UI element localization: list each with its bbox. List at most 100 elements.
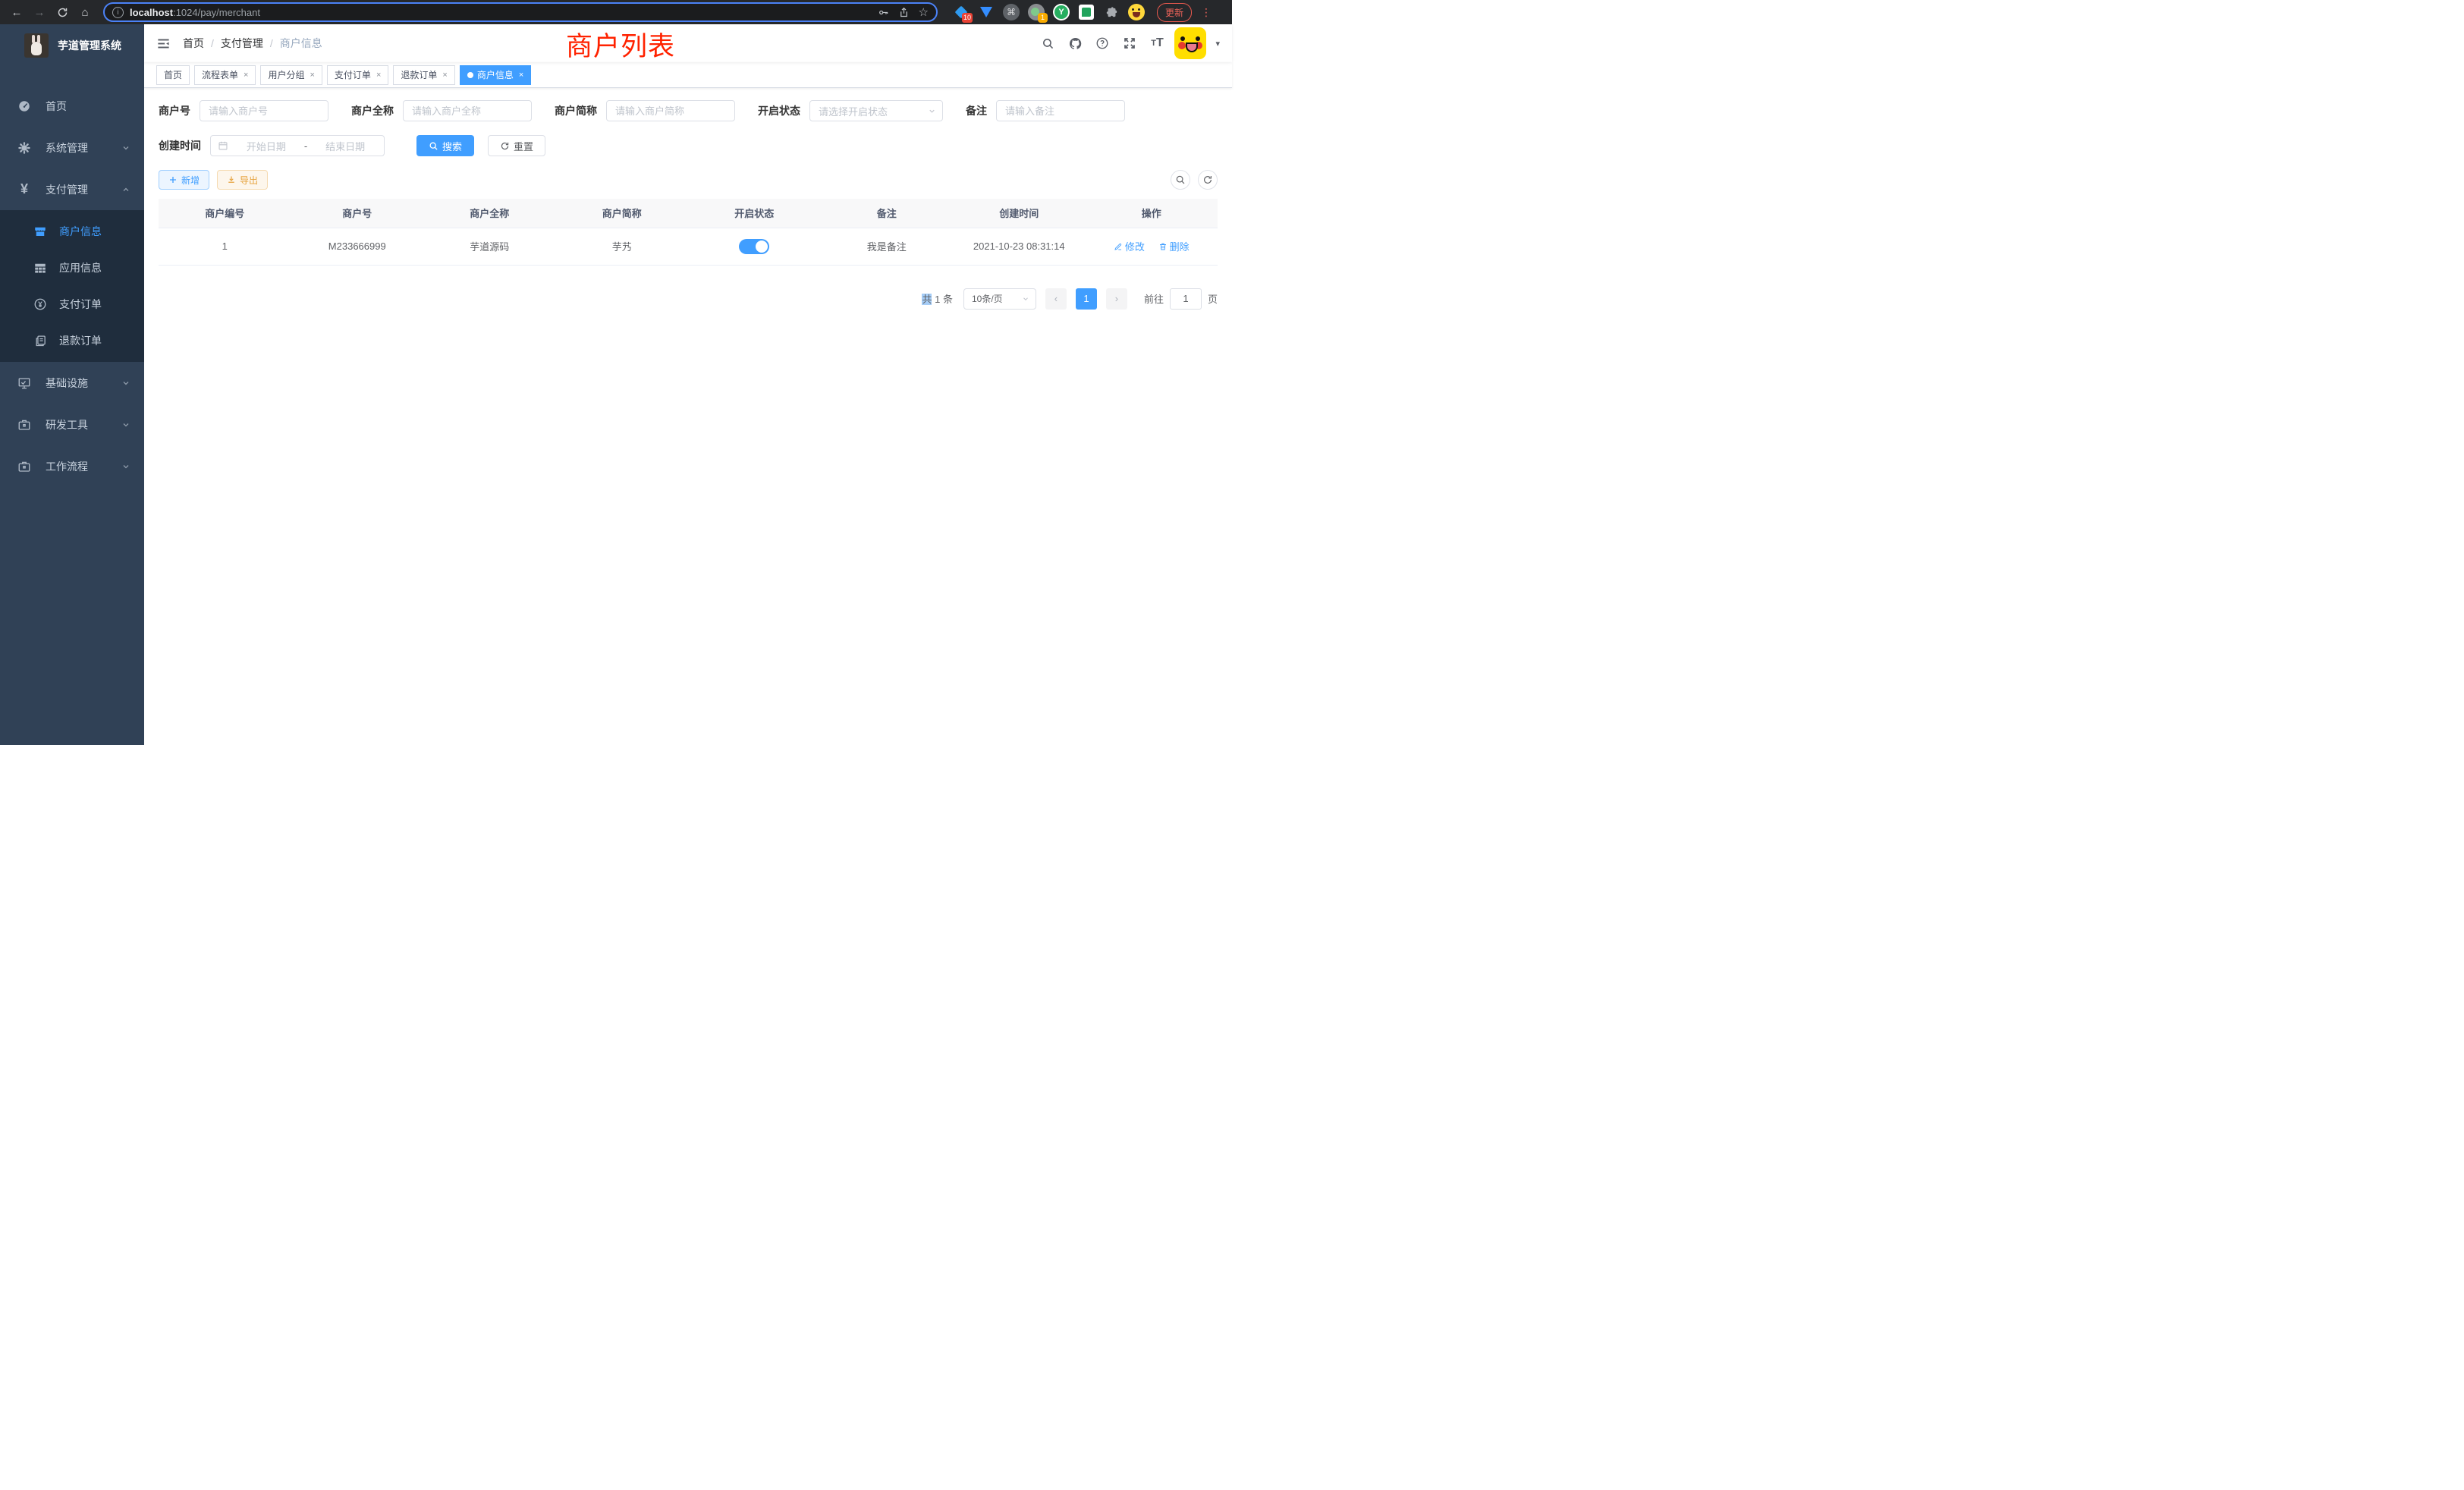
- tags-view: 首页 流程表单× 用户分组× 支付订单× 退款订单 × 商户信息×: [144, 62, 1232, 88]
- extension-tray: 10 ⌘ 1 Y: [953, 4, 1145, 20]
- page-size-select[interactable]: 10条/页: [963, 288, 1036, 310]
- sidebar-item-infrastructure[interactable]: 基础设施: [0, 362, 144, 404]
- url-path: :1024/pay/merchant: [173, 7, 260, 18]
- page-1-button[interactable]: 1: [1076, 288, 1097, 310]
- create-time-range-picker[interactable]: 开始日期 - 结束日期: [210, 135, 385, 156]
- goto-page-input[interactable]: [1170, 288, 1202, 310]
- close-icon[interactable]: ×: [376, 71, 381, 80]
- browser-back-button[interactable]: ←: [8, 3, 26, 21]
- font-size-button[interactable]: TT: [1147, 33, 1167, 53]
- extension-icon-3[interactable]: ⌘: [1003, 4, 1020, 20]
- extension-icon-4[interactable]: 1: [1028, 4, 1045, 20]
- browser-home-button[interactable]: ⌂: [76, 3, 94, 21]
- avatar-caret-icon[interactable]: ▾: [1215, 39, 1220, 49]
- toggle-search-button[interactable]: [1171, 170, 1190, 190]
- cell-merchant-no: M233666999: [291, 228, 424, 265]
- sidebar-item-system[interactable]: 系统管理: [0, 127, 144, 168]
- remark-input[interactable]: [996, 100, 1125, 121]
- browser-menu-icon[interactable]: ⋮: [1201, 6, 1212, 19]
- question-circle-icon: [1095, 36, 1109, 50]
- close-icon[interactable]: ×: [442, 71, 447, 80]
- browser-reload-button[interactable]: [53, 3, 71, 21]
- short-name-input[interactable]: [606, 100, 735, 121]
- tab-refund-order[interactable]: 退款订单 ×: [393, 65, 454, 85]
- extension-icon-2[interactable]: [978, 4, 995, 20]
- breadcrumb-home[interactable]: 首页: [183, 36, 204, 51]
- bookmark-star-icon[interactable]: ☆: [919, 5, 929, 19]
- breadcrumb-payment[interactable]: 支付管理: [221, 36, 263, 51]
- edit-button[interactable]: 修改: [1114, 239, 1145, 253]
- fullscreen-button[interactable]: [1120, 33, 1139, 53]
- sidebar-item-app-info[interactable]: 应用信息: [0, 250, 144, 286]
- refresh-table-button[interactable]: [1198, 170, 1218, 190]
- sidebar-item-pay-order[interactable]: 支付订单: [0, 286, 144, 322]
- next-page-button[interactable]: ›: [1106, 288, 1127, 310]
- extension-icon-1[interactable]: 10: [953, 4, 970, 20]
- smiley-avatar-icon: [1128, 4, 1145, 20]
- delete-button[interactable]: 删除: [1158, 239, 1190, 253]
- sidebar-item-workflow[interactable]: 工作流程: [0, 445, 144, 487]
- extensions-puzzle-button[interactable]: [1103, 4, 1120, 20]
- browser-forward-button[interactable]: →: [30, 3, 49, 21]
- status-select-placeholder: 请选择开启状态: [819, 104, 888, 118]
- sidebar-item-label: 应用信息: [59, 260, 102, 275]
- github-link-button[interactable]: [1065, 33, 1085, 53]
- cell-merchant-id: 1: [159, 228, 291, 265]
- profile-avatar-button[interactable]: [1128, 4, 1145, 20]
- search-button[interactable]: 搜索: [416, 135, 474, 156]
- command-extension-icon: ⌘: [1003, 4, 1020, 20]
- help-button[interactable]: [1092, 33, 1112, 53]
- address-bar[interactable]: i localhost:1024/pay/merchant ☆: [103, 2, 938, 22]
- add-button[interactable]: 新增: [159, 170, 209, 190]
- status-select[interactable]: 请选择开启状态: [809, 100, 943, 121]
- chevron-up-icon: [121, 185, 130, 194]
- sidebar-toggle-button[interactable]: [156, 36, 171, 51]
- share-icon[interactable]: [898, 7, 910, 18]
- sidebar-item-home[interactable]: 首页: [0, 85, 144, 127]
- end-date-placeholder[interactable]: 结束日期: [313, 139, 377, 153]
- col-header-merchant-no: 商户号: [291, 199, 424, 228]
- status-toggle[interactable]: [739, 239, 769, 254]
- extension-badge-1: 1: [1038, 13, 1048, 23]
- user-avatar[interactable]: [1174, 27, 1206, 59]
- tab-pay-order[interactable]: 支付订单×: [327, 65, 388, 85]
- plus-icon: [168, 175, 178, 184]
- extension-icon-6[interactable]: [1078, 4, 1095, 20]
- start-date-placeholder[interactable]: 开始日期: [234, 139, 298, 153]
- search-icon: [1042, 37, 1054, 50]
- merchant-no-input[interactable]: [200, 100, 328, 121]
- payment-submenu: 商户信息 应用信息 支付订单: [0, 210, 144, 362]
- total-prefix: 共: [922, 294, 932, 305]
- table-row: 1 M233666999 芋道源码 芋艿 我是备注 2021-10-23 08:…: [159, 228, 1218, 265]
- short-name-label: 商户简称: [555, 103, 597, 118]
- prev-page-button[interactable]: ‹: [1045, 288, 1067, 310]
- close-icon[interactable]: ×: [519, 71, 523, 80]
- tab-process-form[interactable]: 流程表单×: [194, 65, 256, 85]
- status-label: 开启状态: [758, 103, 800, 118]
- delete-button-label: 删除: [1170, 239, 1190, 253]
- grid-icon: [32, 261, 49, 275]
- tab-label: 退款订单: [401, 68, 437, 81]
- close-icon[interactable]: ×: [310, 71, 314, 80]
- sidebar-item-payment[interactable]: ¥ 支付管理: [0, 168, 144, 210]
- extension-icon-5[interactable]: Y: [1053, 4, 1070, 20]
- sidebar-item-refund-order[interactable]: 退款订单: [0, 322, 144, 359]
- sidebar-item-dev-tools[interactable]: 研发工具: [0, 404, 144, 445]
- close-icon[interactable]: ×: [244, 71, 248, 80]
- header-search-button[interactable]: [1038, 33, 1058, 53]
- tab-user-group[interactable]: 用户分组×: [260, 65, 322, 85]
- col-header-remark: 备注: [821, 199, 954, 228]
- shop-icon: [32, 225, 49, 238]
- tab-merchant-info[interactable]: 商户信息×: [460, 65, 531, 85]
- sidebar-item-merchant-info[interactable]: 商户信息: [0, 213, 144, 250]
- app-logo-row[interactable]: 芋道管理系统: [0, 24, 144, 67]
- export-button[interactable]: 导出: [217, 170, 268, 190]
- site-info-icon[interactable]: i: [112, 7, 124, 18]
- tab-home[interactable]: 首页: [156, 65, 190, 85]
- reset-button[interactable]: 重置: [488, 135, 545, 156]
- password-key-icon[interactable]: [878, 7, 889, 18]
- browser-update-button[interactable]: 更新: [1157, 3, 1192, 22]
- full-name-input[interactable]: [403, 100, 532, 121]
- merchant-table: 商户编号 商户号 商户全称 商户简称 开启状态 备注 创建时间 操作 1 M23…: [159, 199, 1218, 266]
- chevron-down-icon: [121, 379, 130, 388]
